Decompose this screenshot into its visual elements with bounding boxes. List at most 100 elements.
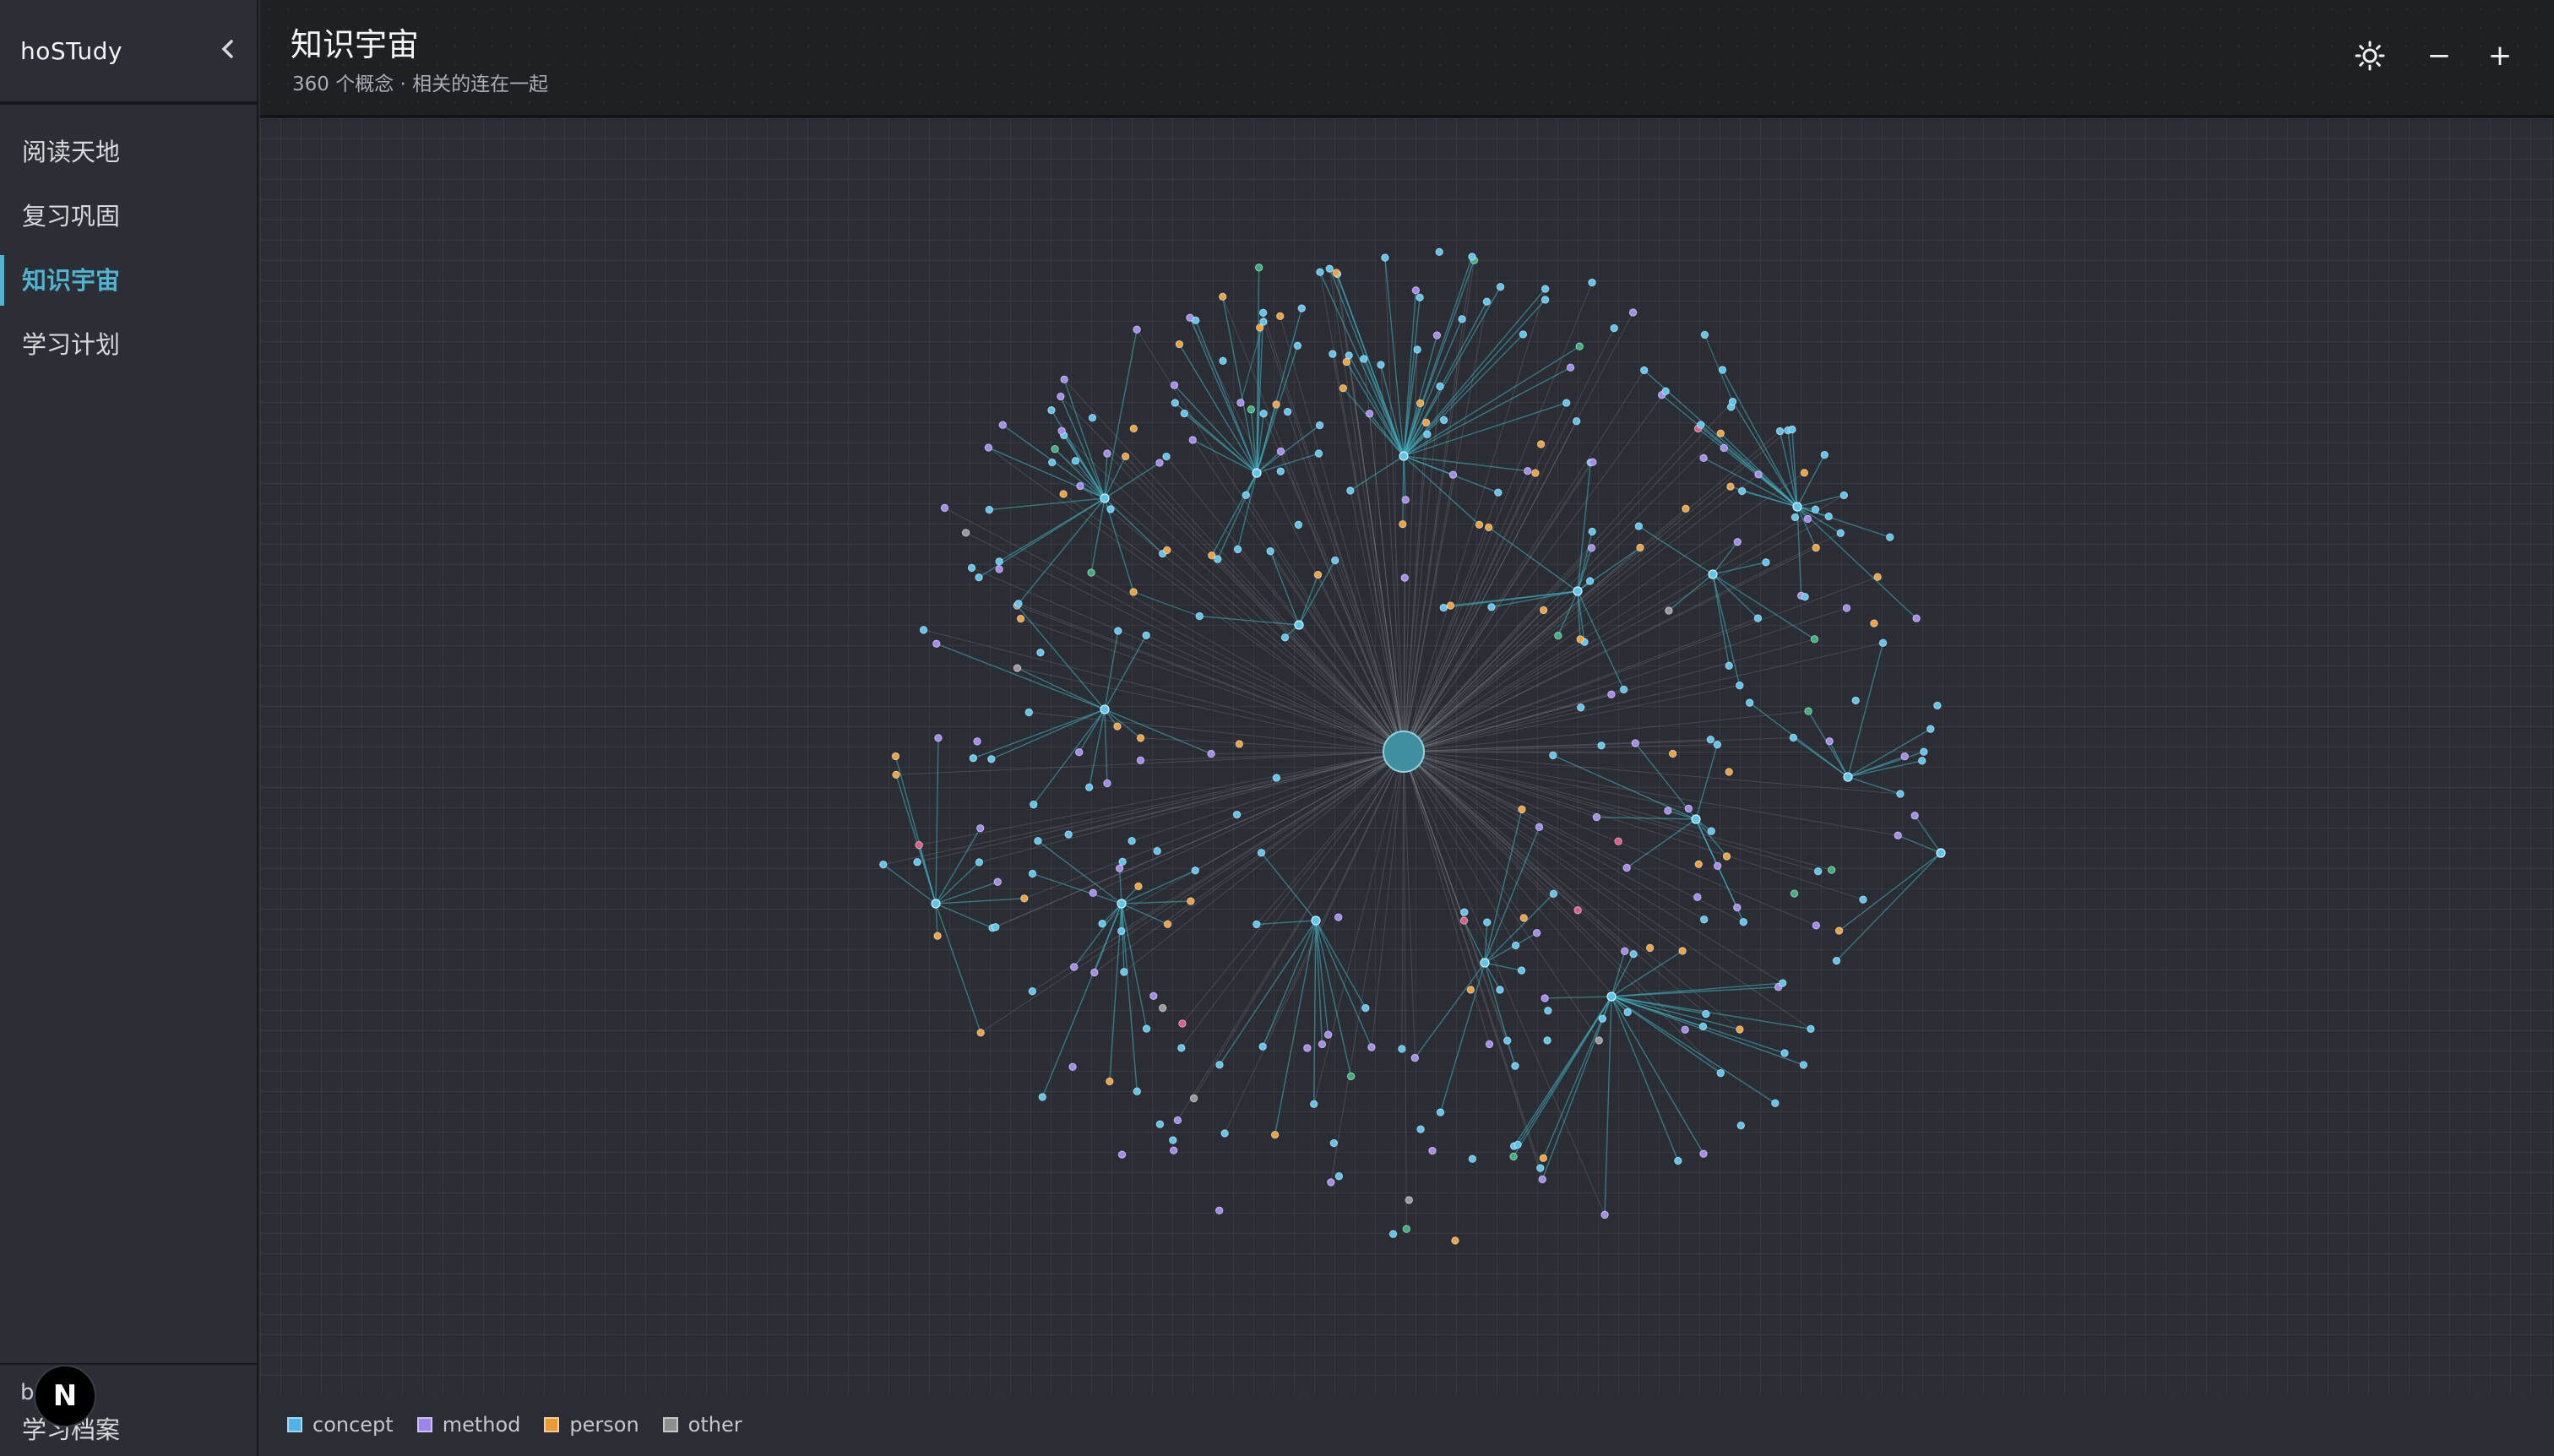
graph-node[interactable]: [1674, 1156, 1682, 1165]
graph-node[interactable]: [975, 858, 984, 867]
knowledge-graph[interactable]: [260, 118, 2554, 1394]
graph-node[interactable]: [1100, 493, 1110, 503]
graph-node[interactable]: [1496, 282, 1505, 291]
graph-node[interactable]: [1311, 915, 1321, 926]
graph-node[interactable]: [1900, 752, 1909, 761]
graph-node[interactable]: [1346, 1072, 1356, 1081]
graph-node[interactable]: [1169, 1146, 1178, 1154]
graph-node[interactable]: [1163, 920, 1172, 928]
graph-node[interactable]: [1720, 443, 1728, 453]
graph-node[interactable]: [1175, 340, 1184, 349]
graph-node[interactable]: [1446, 601, 1455, 610]
graph-node[interactable]: [1789, 733, 1798, 742]
graph-node[interactable]: [1327, 1178, 1335, 1187]
graph-node[interactable]: [1661, 387, 1670, 395]
graph-node[interactable]: [1804, 707, 1812, 715]
graph-node[interactable]: [1614, 837, 1622, 845]
graph-node[interactable]: [1232, 810, 1242, 819]
graph-node[interactable]: [1087, 568, 1095, 577]
graph-node[interactable]: [1133, 1087, 1141, 1095]
graph-node[interactable]: [1259, 318, 1268, 326]
graph-node[interactable]: [932, 639, 941, 648]
graph-node[interactable]: [1219, 292, 1227, 302]
graph-node[interactable]: [1247, 405, 1256, 414]
graph-node[interactable]: [1628, 308, 1638, 317]
graph-node[interactable]: [1682, 504, 1690, 513]
graph-node[interactable]: [1832, 956, 1841, 965]
graph-node[interactable]: [1155, 1120, 1165, 1128]
graph-node[interactable]: [1509, 1152, 1518, 1161]
graph-node[interactable]: [1142, 1024, 1151, 1033]
graph-node[interactable]: [1762, 558, 1770, 567]
graph-node[interactable]: [1554, 632, 1562, 640]
graph-node[interactable]: [1702, 1009, 1710, 1019]
graph-node[interactable]: [1519, 914, 1528, 922]
graph-node[interactable]: [1716, 429, 1725, 437]
graph-node[interactable]: [1219, 356, 1227, 366]
graph-node[interactable]: [1459, 916, 1469, 925]
graph-node[interactable]: [1788, 425, 1796, 434]
graph-node[interactable]: [1117, 1150, 1127, 1159]
graph-node[interactable]: [961, 529, 970, 537]
graph-node[interactable]: [1129, 424, 1138, 433]
graph-node[interactable]: [1859, 895, 1867, 904]
graph-node[interactable]: [1606, 991, 1617, 1002]
graph-node[interactable]: [1566, 363, 1575, 372]
graph-node[interactable]: [1236, 399, 1245, 407]
graph-node[interactable]: [1699, 454, 1708, 463]
graph-node[interactable]: [1103, 779, 1111, 788]
graph-node[interactable]: [1562, 399, 1571, 407]
graph-node[interactable]: [1484, 523, 1493, 532]
graph-node[interactable]: [1812, 543, 1820, 552]
graph-node[interactable]: [1543, 1036, 1551, 1045]
graph-node[interactable]: [1259, 410, 1268, 418]
graph-node[interactable]: [1367, 1043, 1376, 1051]
graph-node[interactable]: [1115, 864, 1124, 872]
graph-node[interactable]: [1134, 882, 1143, 891]
graph-node[interactable]: [1684, 804, 1693, 813]
graph-node[interactable]: [1541, 994, 1549, 1002]
graph-node[interactable]: [1189, 1094, 1198, 1103]
graph-node[interactable]: [1706, 735, 1715, 744]
graph-node[interactable]: [1188, 436, 1197, 444]
graph-node[interactable]: [1013, 664, 1022, 672]
graph-node[interactable]: [1303, 1044, 1312, 1052]
graph-node[interactable]: [1381, 253, 1389, 262]
graph-node[interactable]: [1910, 812, 1919, 820]
graph-node[interactable]: [1539, 1154, 1548, 1163]
graph-node[interactable]: [1926, 725, 1935, 733]
graph-node[interactable]: [1215, 1061, 1224, 1069]
graph-node[interactable]: [1276, 312, 1285, 321]
graph-node[interactable]: [1059, 490, 1068, 498]
graph-node[interactable]: [1573, 906, 1582, 915]
graph-node[interactable]: [1233, 545, 1242, 554]
graph-node[interactable]: [879, 860, 888, 869]
graph-node[interactable]: [1323, 1030, 1333, 1039]
graph-node[interactable]: [1272, 400, 1280, 409]
graph-node[interactable]: [1487, 603, 1496, 611]
graph-node[interactable]: [1075, 748, 1084, 757]
graph-node[interactable]: [1163, 546, 1171, 555]
graph-node[interactable]: [1485, 1040, 1494, 1049]
graph-node[interactable]: [1736, 681, 1744, 690]
graph-node[interactable]: [1813, 867, 1823, 876]
graph-node[interactable]: [1886, 533, 1894, 541]
graph-node[interactable]: [1399, 451, 1409, 461]
graph-node[interactable]: [1173, 1116, 1182, 1125]
graph-node[interactable]: [1483, 918, 1492, 926]
graph-node[interactable]: [1331, 556, 1339, 565]
graph-node[interactable]: [1242, 491, 1251, 499]
graph-node[interactable]: [987, 755, 996, 763]
graph-node[interactable]: [1480, 958, 1490, 968]
graph-node[interactable]: [985, 505, 993, 514]
graph-node[interactable]: [1057, 392, 1065, 401]
graph-node[interactable]: [1036, 648, 1045, 657]
graph-node[interactable]: [1538, 1175, 1546, 1184]
graph-node[interactable]: [1334, 1172, 1344, 1181]
graph-node[interactable]: [1607, 690, 1616, 698]
graph-node[interactable]: [1195, 611, 1204, 621]
theme-toggle-button[interactable]: [2346, 32, 2394, 79]
graph-node[interactable]: [1325, 264, 1334, 273]
graph-node[interactable]: [1700, 330, 1709, 340]
graph-node[interactable]: [1030, 800, 1038, 809]
